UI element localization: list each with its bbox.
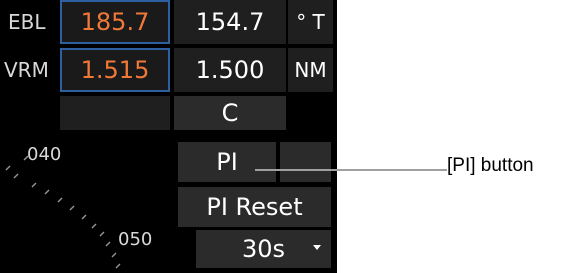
vrm-unit-button[interactable]: NM <box>288 48 333 92</box>
blank-cell <box>60 96 170 130</box>
pi-button[interactable]: PI <box>178 142 276 182</box>
vrm-value-active[interactable]: 1.515 <box>60 48 170 92</box>
interval-select-value: 30s <box>241 235 286 263</box>
vrm-label: VRM <box>4 58 49 82</box>
bearing-label-040: 040 <box>27 144 62 165</box>
c-button[interactable]: C <box>174 96 286 130</box>
radar-control-panel: 040 050 EBL 185.7 154.7 ° T VRM 1.515 1.… <box>0 0 337 273</box>
ebl-value-active[interactable]: 185.7 <box>60 0 170 44</box>
interval-select[interactable]: 30s <box>196 230 331 268</box>
pi-aux-button[interactable] <box>280 142 331 182</box>
chevron-down-icon <box>313 245 321 250</box>
ebl-label: EBL <box>8 10 46 34</box>
callout-line <box>255 169 447 171</box>
ebl-value-secondary[interactable]: 154.7 <box>174 0 286 44</box>
bearing-label-050: 050 <box>118 229 153 250</box>
pi-reset-button[interactable]: PI Reset <box>178 187 331 227</box>
vrm-value-secondary[interactable]: 1.500 <box>174 48 286 92</box>
callout-label: [PI] button <box>447 155 534 176</box>
ebl-unit-button[interactable]: ° T <box>288 0 333 44</box>
